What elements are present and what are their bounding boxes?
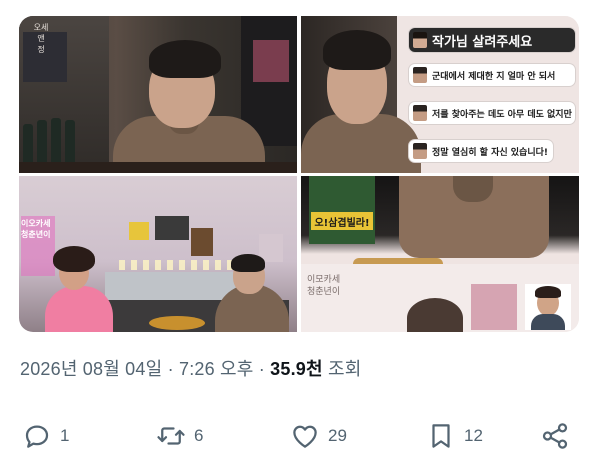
action-bar: 1 6 29 12 (20, 418, 580, 454)
views-count[interactable]: 35.9천 (270, 359, 323, 379)
neon-sign-text: 이오카세 청춘년이 (21, 219, 51, 239)
reply-icon (25, 425, 49, 448)
person-hair (53, 246, 95, 272)
caption-bubble: 군대에서 제대한 지 얼마 안 되서 (409, 64, 575, 86)
retweet-count: 6 (194, 426, 204, 445)
post-time[interactable]: 7:26 오후 (179, 359, 254, 379)
share-button[interactable] (540, 418, 570, 454)
bookmark-count: 12 (464, 426, 483, 445)
bookmark-icon (432, 424, 450, 448)
caption-text: 저를 찾아주는 데도 아무 데도 없지만 (432, 109, 572, 120)
views-label: 조회 (322, 359, 362, 379)
inset-photo (471, 284, 517, 330)
string-lights (119, 260, 239, 270)
wall-frame (155, 216, 189, 240)
caption-text: 군대에서 제대한 지 얼마 안 되서 (432, 71, 556, 82)
inset-photo (525, 284, 571, 330)
retweet-icon (157, 427, 185, 445)
bar-counter (19, 162, 297, 173)
reply-count: 1 (60, 426, 70, 445)
wall-frame (191, 228, 213, 256)
food-pan (149, 316, 205, 330)
avatar-icon (413, 67, 427, 83)
retweet-button[interactable]: 6 (156, 418, 203, 454)
post-meta: 2026년 08월 04일 · 7:26 오후 · 35.9천 조회 (20, 355, 361, 381)
wall-frame (129, 222, 149, 240)
store-sign (309, 176, 375, 244)
reply-button[interactable]: 1 (22, 418, 69, 454)
wall-sign-text: 오세 앤 정 (33, 23, 49, 54)
pink-light (253, 40, 289, 82)
person-head (407, 298, 463, 332)
person-hair (323, 30, 391, 70)
store-sign-text: 오!삼겹빌라! (311, 212, 373, 230)
media-photo-1[interactable]: 오세 앤 정 (19, 16, 297, 173)
avatar-icon (413, 105, 427, 121)
heart-icon (293, 425, 317, 448)
media-photo-3[interactable]: 이오카세 청춘년이 (19, 176, 297, 332)
like-count: 29 (328, 426, 347, 445)
media-grid: 오세 앤 정 작가님 살려주세요 군대에서 제대한 지 얼마 안 되서 저를 찾… (19, 16, 579, 332)
media-photo-4[interactable]: 오!삼겹빌라! 이모카세 청춘년이 (301, 176, 579, 332)
caption-bubble: 정말 열심히 할 자신 있습니다! (409, 140, 553, 162)
separator: · (253, 359, 271, 379)
caption-bubble: 작가님 살려주세요 (409, 28, 575, 52)
caption-text: 정말 열심히 할 자신 있습니다! (432, 147, 548, 158)
avatar-icon (413, 32, 427, 48)
separator: · (162, 359, 179, 379)
person-body (45, 286, 113, 332)
show-label: 이모카세 청춘년이 (307, 275, 341, 297)
bottles (23, 114, 83, 164)
person-hair (149, 40, 221, 78)
bookmark-button[interactable]: 12 (426, 418, 483, 454)
caption-text: 작가님 살려주세요 (432, 34, 533, 50)
person-hair (231, 254, 265, 272)
caption-bubble: 저를 찾아주는 데도 아무 데도 없지만 (409, 102, 575, 124)
like-button[interactable]: 29 (290, 418, 347, 454)
media-photo-2[interactable]: 작가님 살려주세요 군대에서 제대한 지 얼마 안 되서 저를 찾아주는 데도 … (301, 16, 579, 173)
share-icon (542, 423, 568, 449)
avatar-icon (413, 143, 427, 159)
post-date: 2026년 08월 04일 (20, 359, 163, 379)
